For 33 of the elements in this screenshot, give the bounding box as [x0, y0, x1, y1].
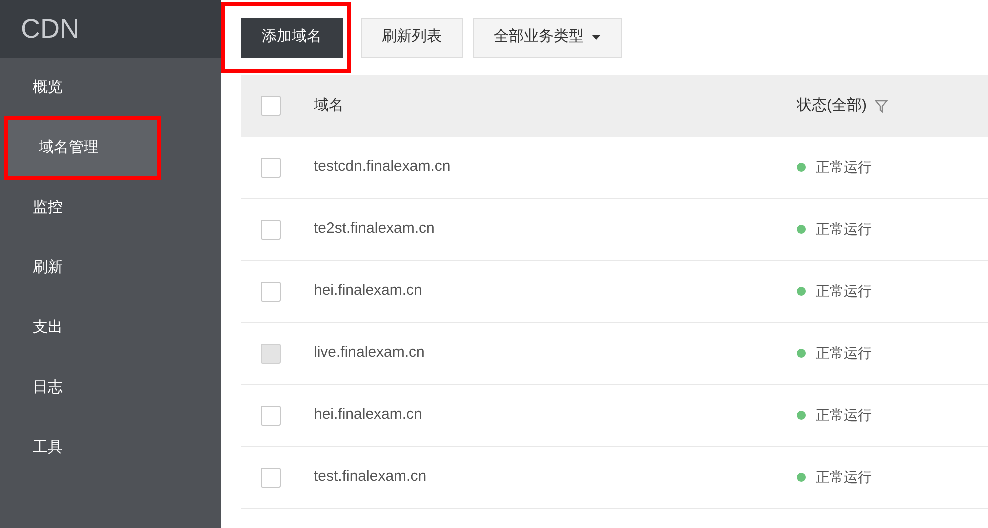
nav-item[interactable]: 日志	[0, 358, 221, 418]
status-text: 正常运行	[816, 158, 872, 177]
status-text: 正常运行	[816, 468, 872, 487]
app-title: CDN	[21, 12, 80, 46]
filter-icon[interactable]	[875, 100, 888, 112]
toolbar-button[interactable]: 添加域名	[241, 18, 343, 58]
status-text: 正常运行	[816, 220, 872, 239]
toolbar-button[interactable]: 刷新列表	[361, 18, 463, 58]
row-checkbox[interactable]	[261, 96, 281, 116]
nav-item[interactable]: 监控	[0, 178, 221, 238]
status-text: 正常运行	[816, 406, 872, 425]
nav-item[interactable]: 工具	[0, 418, 221, 478]
toolbar-button[interactable]: 全部业务类型	[473, 18, 622, 58]
caret-icon	[592, 35, 601, 40]
domain-cell-text: testcdn.finalexam.cn	[314, 157, 452, 178]
nav-item[interactable]: 域名管理	[6, 118, 159, 178]
row-checkbox[interactable]	[261, 406, 281, 426]
domain-cell-text: live.finalexam.cn	[314, 343, 426, 364]
status-text: 正常运行	[816, 344, 872, 363]
row-checkbox[interactable]	[261, 220, 281, 240]
row-checkbox[interactable]	[261, 158, 281, 178]
column-header: 状态(全部)	[797, 96, 867, 116]
status-text: 正常运行	[816, 282, 872, 301]
column-header: 域名	[314, 96, 345, 116]
domain-cell-text: hei.finalexam.cn	[314, 281, 424, 302]
row-checkbox[interactable]	[261, 468, 281, 488]
nav-item[interactable]: 概览	[0, 58, 221, 118]
row-checkbox[interactable]	[261, 282, 281, 302]
domain-cell-text: te2st.finalexam.cn	[314, 219, 436, 240]
domain-cell-text: hei.finalexam.cn	[314, 405, 424, 426]
domain-cell-text: test.finalexam.cn	[314, 467, 428, 488]
nav-item[interactable]: 刷新	[0, 238, 221, 298]
nav-item[interactable]: 支出	[0, 298, 221, 358]
